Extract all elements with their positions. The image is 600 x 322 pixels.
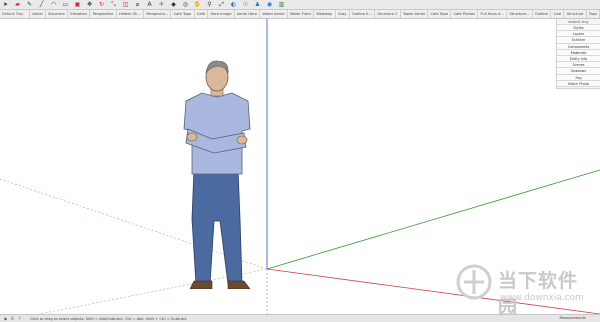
tray-toggle[interactable]: Default Tray xyxy=(0,10,30,18)
select-arrow-icon[interactable]: ➤ xyxy=(2,1,9,8)
tab-scene[interactable]: Tops xyxy=(587,10,600,18)
tab-scene[interactable]: Outline xyxy=(533,10,552,18)
walk-icon[interactable]: ♟ xyxy=(254,1,261,8)
tab-scene[interactable]: Water Aerial xyxy=(260,10,288,18)
status-icons: ◉ © ? xyxy=(0,316,24,321)
tab-scene[interactable]: Cafe Topo xyxy=(428,10,452,18)
offset-icon[interactable]: ◫ xyxy=(122,1,129,8)
tab-scene[interactable]: Line xyxy=(551,10,565,18)
eraser-icon[interactable]: ▰ xyxy=(14,1,21,8)
push-pull-icon[interactable]: ▣ xyxy=(74,1,81,8)
watermark: 当下软件园 www.downxia.com xyxy=(456,262,596,319)
zoom-icon[interactable]: ⚲ xyxy=(206,1,213,8)
tab-scene[interactable]: Hidden Sh... xyxy=(117,10,145,18)
sketchup-window: ➤ ▰ ✎ ╱ ◠ ▭ ▣ ✥ ↻ ⤡ ◫ ⌀ A ✛ ◆ ◎ ✋ ⚲ ⤢ ◐ … xyxy=(0,0,600,322)
scene-tabs: Default Tray Aerial Structure Elevation … xyxy=(0,10,600,19)
text-icon[interactable]: A xyxy=(146,1,153,8)
help-icon[interactable]: ? xyxy=(17,316,22,321)
default-tray-panel: default tray Styles Layers Outliner Comp… xyxy=(556,19,600,89)
green-axis xyxy=(266,169,600,270)
tab-scene[interactable]: Structure... xyxy=(507,10,533,18)
tab-scene[interactable]: Structure xyxy=(564,10,587,18)
arc-icon[interactable]: ◠ xyxy=(50,1,57,8)
tab-scene[interactable]: Structure xyxy=(46,10,69,18)
section-plane-icon[interactable]: ▥ xyxy=(278,1,285,8)
scale-icon[interactable]: ⤡ xyxy=(110,1,117,8)
pan-icon[interactable]: ✋ xyxy=(194,1,201,8)
tab-scene[interactable]: Walkway xyxy=(314,10,336,18)
tab-scene[interactable]: Hero Image xyxy=(208,10,235,18)
tab-scene[interactable]: Structure 2 xyxy=(375,10,401,18)
watermark-logo-icon xyxy=(456,264,492,300)
axes-icon[interactable]: ✛ xyxy=(158,1,165,8)
move-icon[interactable]: ✥ xyxy=(86,1,93,8)
tray-item-match-photo[interactable]: Match Photo xyxy=(557,80,600,87)
zoom-extents-icon[interactable]: ⤢ xyxy=(218,1,225,8)
tab-scene[interactable]: Aerial Hero xyxy=(235,10,261,18)
previous-view-icon[interactable]: ◐ xyxy=(230,1,237,8)
rotate-icon[interactable]: ↻ xyxy=(98,1,105,8)
tab-scene[interactable]: Outline E... xyxy=(350,10,376,18)
person-figure[interactable] xyxy=(172,59,262,289)
paint-bucket-icon[interactable]: ◆ xyxy=(170,1,177,8)
tab-scene[interactable]: Full Hous A... xyxy=(478,10,508,18)
tab-scene[interactable]: Perspectiv... xyxy=(144,10,172,18)
tab-scene[interactable]: Elevation xyxy=(68,10,91,18)
watermark-url: www.downxia.com xyxy=(500,293,584,303)
main-toolbar: ➤ ▰ ✎ ╱ ◠ ▭ ▣ ✥ ↻ ⤡ ◫ ⌀ A ✛ ◆ ◎ ✋ ⚲ ⤢ ◐ … xyxy=(0,0,600,10)
position-camera-icon[interactable]: ☉ xyxy=(242,1,249,8)
tab-scene[interactable]: Café xyxy=(195,10,209,18)
credits-icon[interactable]: © xyxy=(10,316,15,321)
status-bar: ◉ © ? Click or drag to select objects. S… xyxy=(0,314,600,322)
measurements-box[interactable]: Measurements xyxy=(559,316,586,320)
tab-scene[interactable]: Tower Aerial xyxy=(401,10,429,18)
tab-scene[interactable]: Aerial xyxy=(30,10,46,18)
tape-measure-icon[interactable]: ⌀ xyxy=(134,1,141,8)
tab-scene[interactable]: Cafe Topo xyxy=(171,10,195,18)
orbit-icon[interactable]: ◎ xyxy=(182,1,189,8)
tab-scene[interactable]: Water Front xyxy=(288,10,315,18)
tab-scene[interactable]: Perspective xyxy=(90,10,117,18)
shape-icon[interactable]: ▭ xyxy=(62,1,69,8)
tab-scene[interactable]: Gray xyxy=(336,10,350,18)
look-around-icon[interactable]: ◉ xyxy=(266,1,273,8)
geolocation-icon[interactable]: ◉ xyxy=(3,316,8,321)
status-hint: Click or drag to select objects. Shift =… xyxy=(30,316,188,321)
pencil-icon[interactable]: ✎ xyxy=(26,1,33,8)
line-icon[interactable]: ╱ xyxy=(38,1,45,8)
tab-scene[interactable]: Cafe Photos xyxy=(451,10,479,18)
